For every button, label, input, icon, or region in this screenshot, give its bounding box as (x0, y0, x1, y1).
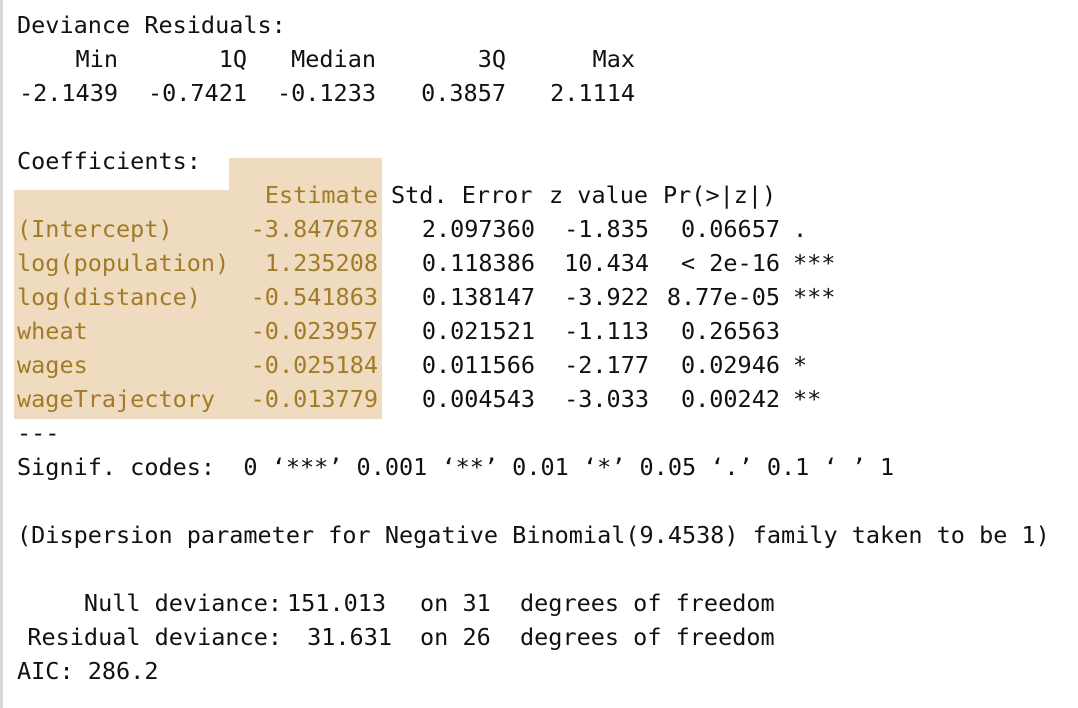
coefficient-std-error: 0.004543 (421, 385, 535, 413)
coefficient-estimate: -0.023957 (250, 317, 378, 345)
coefficient-z-value: -2.177 (564, 351, 649, 379)
coefficient-std-error: 0.011566 (421, 351, 535, 379)
residual-deviance-row: Residual deviance: 31.631 on 26 degrees … (0, 620, 774, 654)
coefficient-p-value: 0.02946 (680, 351, 780, 379)
residual-value-q3: 0.3857 (421, 79, 506, 107)
coefficient-signif: ** (793, 385, 822, 413)
deviance-residuals-title-row: Deviance Residuals: (0, 8, 286, 42)
null-deviance-row: Null deviance: 151.013 on 31 degrees of … (0, 586, 775, 620)
residual-header-max: Max (592, 45, 635, 73)
null-deviance-df: on 31 (420, 589, 491, 617)
separator-row: --- (0, 416, 60, 450)
coefficient-std-error: 0.118386 (421, 249, 535, 277)
coefficient-z-value: -1.835 (564, 215, 649, 243)
coefficient-z-value: -1.113 (564, 317, 649, 345)
coefficient-row: wageTrajectory -0.013779 0.004543 -3.033… (0, 382, 821, 416)
coefficient-name: wageTrajectory (17, 385, 216, 413)
residual-value-median: -0.1233 (276, 79, 376, 107)
residual-deviance-df: on 26 (420, 623, 491, 651)
coefficient-name: log(population) (17, 249, 230, 277)
coefficient-estimate: -0.541863 (250, 283, 378, 311)
coefficient-p-value: 0.26563 (680, 317, 780, 345)
separator-text: --- (17, 419, 60, 447)
coefficient-z-value: -3.033 (564, 385, 649, 413)
coefficient-row: log(population) 1.235208 0.118386 10.434… (0, 246, 835, 280)
signif-codes-text: Signif. codes: 0 ‘***’ 0.001 ‘**’ 0.01 ‘… (17, 453, 895, 481)
coefficient-name: (Intercept) (17, 215, 173, 243)
coefficient-std-error: 0.138147 (421, 283, 535, 311)
residual-value-q1: -0.7421 (147, 79, 247, 107)
coefficient-name: log(distance) (17, 283, 201, 311)
null-deviance-label: Null deviance: (83, 589, 282, 617)
coefficient-estimate: -0.025184 (250, 351, 378, 379)
dispersion-note: (Dispersion parameter for Negative Binom… (17, 521, 1050, 549)
coefficient-estimate: 1.235208 (264, 249, 378, 277)
coefficient-header-z-value: z value (549, 181, 649, 209)
coefficients-title-row: Coefficients: (0, 144, 201, 178)
residual-header-q1: 1Q (218, 45, 247, 73)
residual-deviance-suffix: degrees of freedom (520, 623, 775, 651)
residual-header-q3: 3Q (477, 45, 506, 73)
coefficient-p-value: 8.77e-05 (666, 283, 780, 311)
dispersion-row: (Dispersion parameter for Negative Binom… (0, 518, 1050, 552)
coefficient-z-value: 10.434 (564, 249, 649, 277)
residual-value-min: -2.1439 (18, 79, 118, 107)
aic-text: AIC: 286.2 (17, 657, 159, 685)
deviance-residuals-header-row: Min 1Q Median 3Q Max (0, 42, 635, 76)
coefficient-signif: * (793, 351, 808, 379)
null-deviance-value: 151.013 (287, 589, 387, 617)
coefficients-title: Coefficients: (17, 147, 201, 175)
coefficient-name: wheat (17, 317, 88, 345)
coefficient-row: wages -0.025184 0.011566 -2.177 0.02946 … (0, 348, 807, 382)
coefficient-p-value: 0.00242 (680, 385, 780, 413)
coefficient-std-error: 2.097360 (421, 215, 535, 243)
coefficient-signif: *** (793, 283, 836, 311)
coefficient-std-error: 0.021521 (421, 317, 535, 345)
residual-deviance-label: Residual deviance: (27, 623, 282, 651)
coefficients-header-row: Estimate Std. Error z value Pr(>|z|) (0, 178, 776, 212)
residual-deviance-value: 31.631 (307, 623, 392, 651)
coefficient-z-value: -3.922 (564, 283, 649, 311)
coefficient-header-estimate: Estimate (264, 181, 378, 209)
residual-value-max: 2.1114 (550, 79, 635, 107)
residual-header-min: Min (75, 45, 118, 73)
coefficient-estimate: -3.847678 (250, 215, 378, 243)
coefficient-row: wheat -0.023957 0.021521 -1.113 0.26563 (0, 314, 780, 348)
coefficient-signif: . (793, 215, 808, 243)
signif-codes-row: Signif. codes: 0 ‘***’ 0.001 ‘**’ 0.01 ‘… (0, 450, 894, 484)
deviance-residuals-title: Deviance Residuals: (17, 11, 286, 39)
coefficient-name: wages (17, 351, 88, 379)
coefficient-header-std-error: Std. Error (391, 181, 533, 209)
coefficient-p-value: < 2e-16 (680, 249, 780, 277)
coefficient-signif: *** (793, 249, 836, 277)
coefficient-header-p-value: Pr(>|z|) (663, 181, 777, 209)
coefficient-row: (Intercept) -3.847678 2.097360 -1.835 0.… (0, 212, 807, 246)
residual-header-median: Median (291, 45, 376, 73)
aic-row: AIC: 286.2 (0, 654, 158, 688)
null-deviance-suffix: degrees of freedom (520, 589, 775, 617)
regression-output-document: Deviance Residuals: Min 1Q Median 3Q Max… (0, 0, 1078, 708)
coefficient-estimate: -0.013779 (250, 385, 378, 413)
deviance-residuals-values-row: -2.1439 -0.7421 -0.1233 0.3857 2.1114 (0, 76, 635, 110)
coefficient-p-value: 0.06657 (680, 215, 780, 243)
coefficient-row: log(distance) -0.541863 0.138147 -3.922 … (0, 280, 835, 314)
